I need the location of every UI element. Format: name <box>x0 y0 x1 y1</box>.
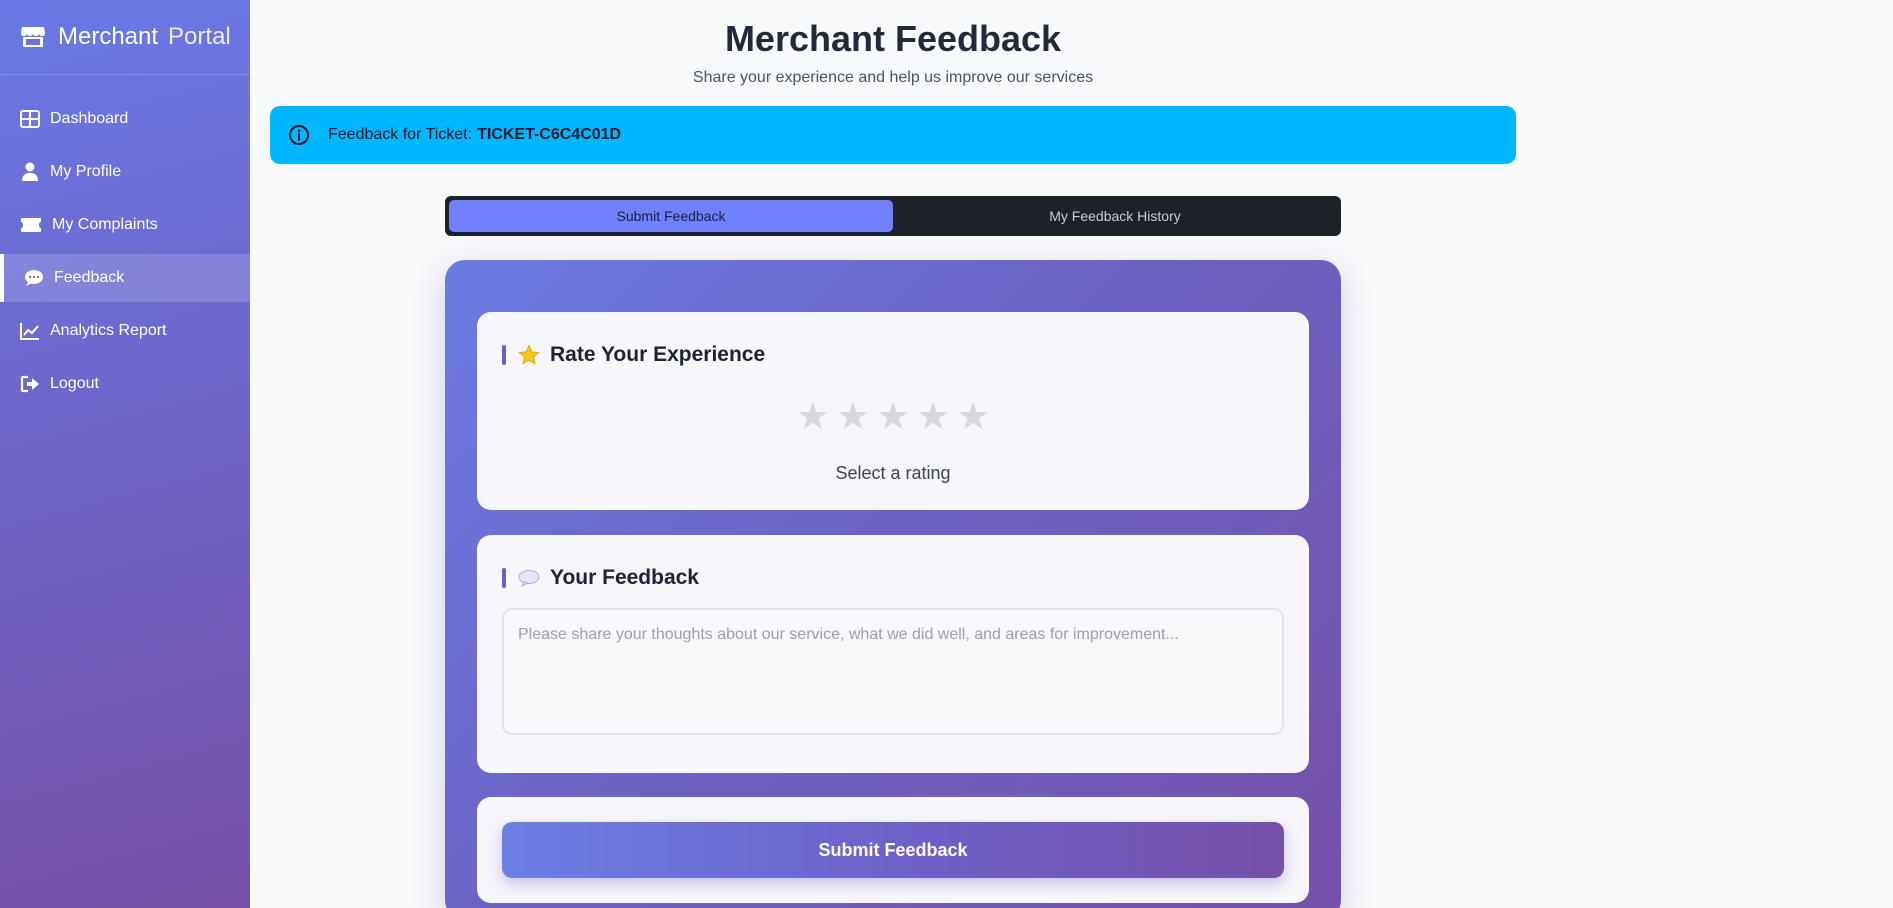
sidebar-item-dashboard[interactable]: Dashboard <box>0 95 250 143</box>
star-1[interactable]: ★ <box>796 397 830 435</box>
star-3[interactable]: ★ <box>876 397 910 435</box>
star-2[interactable]: ★ <box>836 397 870 435</box>
page-subtitle: Share your experience and help us improv… <box>692 69 1094 86</box>
star-rating: ★ ★ ★ ★ ★ <box>477 397 1309 435</box>
star-emoji-icon <box>518 344 540 366</box>
sidebar-item-label: Analytics Report <box>50 322 167 339</box>
feedback-panel: Rate Your Experience ★ ★ ★ ★ ★ Select a … <box>445 260 1341 908</box>
ticket-icon <box>20 215 42 235</box>
sidebar-item-label: My Profile <box>50 163 122 180</box>
sidebar-item-label: Feedback <box>54 269 125 286</box>
store-icon <box>20 25 46 49</box>
rating-card-header: Rate Your Experience <box>502 343 765 367</box>
sidebar-item-my-complaints[interactable]: My Complaints <box>0 201 250 249</box>
sidebar-nav: Dashboard My Profile My Complaints Feedb… <box>0 95 250 408</box>
info-circle-icon <box>288 124 310 146</box>
star-4[interactable]: ★ <box>916 397 950 435</box>
sidebar-item-label: My Complaints <box>52 216 158 233</box>
header-accent-bar <box>502 568 506 588</box>
submit-card: Submit Feedback <box>477 797 1309 903</box>
brand-name: Merchant <box>58 23 159 50</box>
logout-icon <box>20 374 40 394</box>
rating-label: Select a rating <box>835 463 951 483</box>
feedback-card-header: Your Feedback <box>502 566 699 590</box>
header-accent-bar <box>502 345 506 365</box>
sidebar-item-logout[interactable]: Logout <box>0 360 250 408</box>
grid-icon <box>20 109 40 129</box>
feedback-textarea[interactable] <box>502 608 1284 735</box>
sidebar: Merchant Portal Dashboard My Profile My … <box>0 0 250 908</box>
star-5[interactable]: ★ <box>956 397 990 435</box>
brand[interactable]: Merchant Portal <box>0 0 250 75</box>
rating-card: Rate Your Experience ★ ★ ★ ★ ★ Select a … <box>477 312 1309 510</box>
sidebar-item-label: Logout <box>50 375 99 392</box>
sidebar-item-feedback[interactable]: Feedback <box>0 254 250 302</box>
chat-icon <box>24 268 44 288</box>
ticket-id: TICKET-C6C4C01D <box>477 126 622 143</box>
rating-title: Rate Your Experience <box>550 343 766 366</box>
page-title: Merchant Feedback <box>724 18 1062 59</box>
sidebar-item-label: Dashboard <box>50 110 129 127</box>
tab-submit-feedback[interactable]: Submit Feedback <box>449 200 893 232</box>
sidebar-item-analytics-report[interactable]: Analytics Report <box>0 307 250 355</box>
feedback-tabs: Submit Feedback My Feedback History <box>445 196 1341 236</box>
sidebar-item-my-profile[interactable]: My Profile <box>0 148 250 196</box>
speech-bubble-icon <box>518 567 540 589</box>
user-icon <box>20 162 40 182</box>
ticket-alert: Feedback for Ticket: TICKET-C6C4C01D <box>270 106 1516 164</box>
alert-text: Feedback for Ticket: <box>328 126 473 143</box>
feedback-card: Your Feedback <box>477 535 1309 773</box>
brand-suffix: Portal <box>168 23 231 50</box>
submit-feedback-button[interactable]: Submit Feedback <box>502 822 1284 878</box>
tab-my-feedback-history[interactable]: My Feedback History <box>893 200 1337 232</box>
feedback-title: Your Feedback <box>550 566 699 589</box>
chart-line-icon <box>20 321 40 341</box>
